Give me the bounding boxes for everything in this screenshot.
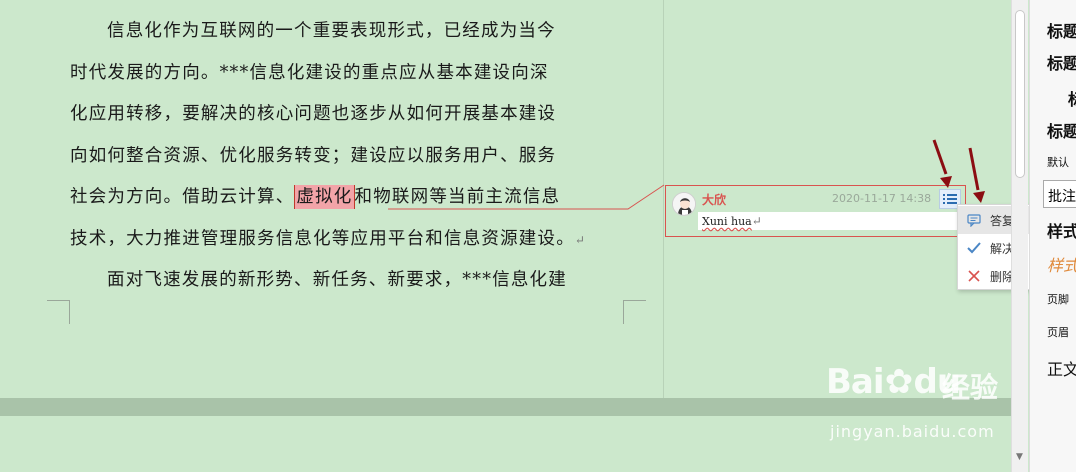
page-gap-band bbox=[0, 398, 1011, 416]
doc-line-5[interactable]: 社会为方向。借助云计算、 虚拟化 和物联网等当前主流信息 bbox=[70, 180, 640, 222]
comment-author: 大欣 bbox=[702, 193, 727, 207]
avatar-girl-icon bbox=[673, 193, 695, 215]
avatar bbox=[672, 192, 696, 216]
doc-line-5-after: 和物联网等当前主流信息 bbox=[354, 187, 561, 207]
scroll-thumb[interactable] bbox=[1015, 10, 1025, 178]
style-header[interactable]: 页眉 bbox=[1047, 324, 1069, 340]
style-footer[interactable]: 页脚 bbox=[1047, 291, 1069, 307]
commented-text-highlight[interactable]: 虚拟化 bbox=[294, 185, 355, 209]
style-italic-style[interactable]: 样式 bbox=[1047, 252, 1076, 276]
comment-text: Xuni hua bbox=[702, 215, 752, 228]
doc-line-6[interactable]: 技术，大力推进管理服务信息化等应用平台和信息资源建设。↵ bbox=[70, 222, 640, 264]
vertical-scrollbar[interactable]: ▼ bbox=[1011, 0, 1028, 472]
style-body-text[interactable]: 正文 bbox=[1047, 356, 1076, 380]
doc-line-5-before: 社会为方向。借助云计算、 bbox=[70, 187, 295, 207]
doc-line-6-text: 技术，大力推进管理服务信息化等应用平台和信息资源建设。 bbox=[70, 228, 575, 249]
paragraph-mark: ↵ bbox=[574, 232, 587, 247]
comment-timestamp: 2020-11-17 14:38 bbox=[832, 192, 932, 205]
doc-line-1[interactable]: 信息化作为互联网的一个重要表现形式，已经成为当今 bbox=[70, 14, 640, 56]
style-heading-3[interactable]: 标 bbox=[1068, 86, 1076, 110]
style-default[interactable]: 默认 bbox=[1047, 154, 1069, 170]
list-menu-icon bbox=[943, 194, 957, 204]
style-heading-2[interactable]: 标题 bbox=[1047, 50, 1076, 74]
style-heading-4[interactable]: 标题 bbox=[1047, 118, 1076, 142]
check-icon bbox=[958, 242, 990, 254]
doc-line-2[interactable]: 时代发展的方向。***信息化建设的重点应从基本建设向深 bbox=[70, 56, 640, 98]
reply-icon bbox=[958, 213, 990, 227]
style-heading-1[interactable]: 标题 bbox=[1047, 18, 1076, 42]
document-text[interactable]: 信息化作为互联网的一个重要表现形式，已经成为当今 时代发展的方向。***信息化建… bbox=[70, 14, 640, 305]
next-page-area[interactable] bbox=[0, 416, 1011, 472]
comment-paragraph-mark: ↵ bbox=[751, 214, 762, 228]
document-page[interactable]: 信息化作为互联网的一个重要表现形式，已经成为当今 时代发展的方向。***信息化建… bbox=[0, 0, 663, 398]
crop-mark-left bbox=[47, 300, 70, 324]
doc-line-3[interactable]: 化应用转移，要解决的核心问题也逐步从如何开展基本建设 bbox=[70, 97, 640, 139]
style-heading-style[interactable]: 样式 bbox=[1047, 218, 1076, 242]
crop-mark-right bbox=[623, 300, 646, 324]
doc-line-4[interactable]: 向如何整合资源、优化服务转变；建设应以服务用户、服务 bbox=[70, 139, 640, 181]
scroll-down-icon[interactable]: ▼ bbox=[1016, 452, 1023, 462]
comment-card[interactable]: 大欣 2020-11-17 14:38 Xuni hua↵ bbox=[665, 185, 966, 237]
comment-body[interactable]: Xuni hua↵ bbox=[698, 212, 960, 230]
doc-line-7[interactable]: 面对飞速发展的新形势、新任务、新要求，***信息化建 bbox=[70, 263, 640, 305]
style-comment-field[interactable]: 批注 bbox=[1043, 180, 1076, 208]
styles-side-panel: 标题 标题 标 标题 默认 批注 样式 样式 页脚 页眉 正文 bbox=[1029, 0, 1076, 472]
comment-header: 大欣 2020-11-17 14:38 bbox=[666, 186, 965, 216]
comment-pane: 大欣 2020-11-17 14:38 Xuni hua↵ bbox=[663, 0, 981, 398]
delete-icon bbox=[958, 270, 990, 282]
